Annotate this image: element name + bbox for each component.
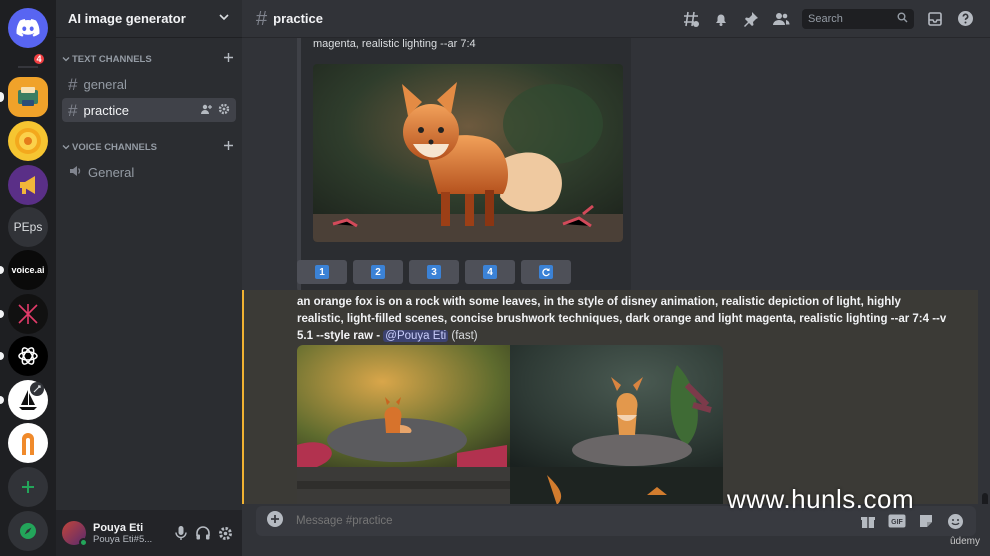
headphones-icon[interactable] [192,522,214,544]
notification-badge: 4 [32,52,46,66]
speaker-icon [68,164,82,181]
speaker-status-icon [30,382,44,396]
mentioned-message: an orange fox is on a rock with some lea… [242,290,978,504]
server-rail: 4 PEps voice.ai [0,0,56,556]
bell-icon[interactable] [710,8,732,30]
online-status-icon [79,538,88,547]
upscale-button-3[interactable]: 3 [409,260,459,284]
user-mention[interactable]: @Pouya Eti [383,330,449,342]
guild-header[interactable]: AI image generator [56,0,242,38]
add-channel-icon[interactable] [223,140,234,154]
upscale-button-1[interactable]: 1 [297,260,347,284]
hash-icon: # [256,7,268,30]
user-tag: Pouya Eti#5... [93,533,153,545]
avatar[interactable] [62,521,88,547]
unread-pill [0,266,4,274]
members-icon[interactable] [770,8,792,30]
add-server-icon[interactable] [8,467,48,507]
unread-pill [0,396,4,404]
udemy-logo: ûdemy [950,536,981,547]
scrollbar[interactable] [982,493,988,504]
server-coin-icon[interactable] [8,121,48,161]
previous-message-embed: magenta, realistic lighting --ar 7:4 [297,38,631,292]
chevron-down-icon [62,57,70,62]
search-input[interactable]: Search [802,8,914,29]
add-channel-icon[interactable] [223,52,234,66]
pin-icon[interactable] [740,8,762,30]
server-dark-icon[interactable] [8,294,48,334]
inbox-icon[interactable] [924,8,946,30]
server-megaphone-icon[interactable] [8,165,48,205]
server-peps-icon[interactable]: PEps [8,207,48,247]
previous-prompt-caption: magenta, realistic lighting --ar 7:4 [313,38,476,50]
invite-icon[interactable] [200,103,212,118]
hash-icon: # [68,100,78,120]
guild-name: AI image generator [68,11,186,26]
add-attachment-icon[interactable] [266,510,284,533]
microphone-icon[interactable] [170,522,192,544]
upscale-button-row: 1 2 3 4 [297,260,571,284]
main-chat: # practice Search magenta, realistic lig… [242,0,990,556]
emoji-icon[interactable] [944,510,966,532]
chevron-down-icon [62,145,70,150]
speed-tag: (fast) [451,330,478,342]
active-server-pill [0,92,4,102]
category-voice-channels[interactable]: VOICE CHANNELS [56,138,242,156]
message-list: magenta, realistic lighting --ar 7:4 1 2… [242,38,990,504]
reroll-button[interactable] [521,260,571,284]
explore-compass-icon[interactable] [8,511,48,551]
voice-channel-general[interactable]: General [62,160,236,184]
channel-label: general [83,76,127,92]
server-voice-ai-icon[interactable]: voice.ai [8,250,48,290]
unread-pill [0,352,4,360]
channel-topbar: # practice Search [242,0,990,38]
upscale-button-2[interactable]: 2 [353,260,403,284]
upscale-button-4[interactable]: 4 [465,260,515,284]
threads-icon[interactable] [680,8,702,30]
user-name: Pouya Eti [93,521,144,534]
channel-general[interactable]: # general [62,72,236,96]
message-input[interactable] [296,515,850,527]
help-icon[interactable] [954,8,976,30]
user-settings-gear-icon[interactable] [214,522,236,544]
rail-separator [18,66,38,68]
category-text-channels[interactable]: TEXT CHANNELS [56,50,242,68]
channel-practice[interactable]: # practice [62,98,236,122]
generated-fox-image[interactable] [313,64,623,242]
channel-label: practice [83,102,129,118]
server-orange-icon[interactable] [8,423,48,463]
refresh-icon [539,265,553,279]
prompt-text: an orange fox is on a rock with some lea… [297,294,947,345]
openai-icon[interactable] [8,336,48,376]
search-placeholder: Search [808,12,843,25]
unread-pill [0,310,4,318]
user-panel: Pouya Eti Pouya Eti#5... [56,510,242,556]
category-label: TEXT CHANNELS [72,53,152,65]
channel-label: General [88,164,135,180]
discord-home-icon[interactable] [8,8,48,48]
hash-icon: # [68,74,78,94]
search-icon [897,10,908,28]
generated-image-grid[interactable] [297,345,723,504]
svg-text:GIF: GIF [891,519,903,526]
sticker-icon[interactable] [915,510,937,532]
category-label: VOICE CHANNELS [72,141,157,153]
server-ai-image-icon[interactable] [8,77,48,117]
watermark-text: www.hunls.com [727,484,915,514]
channel-sidebar: AI image generator TEXT CHANNELS # gener… [56,0,242,556]
gear-icon[interactable] [218,103,230,118]
channel-title: practice [273,11,323,26]
chevron-down-icon[interactable] [218,10,230,28]
